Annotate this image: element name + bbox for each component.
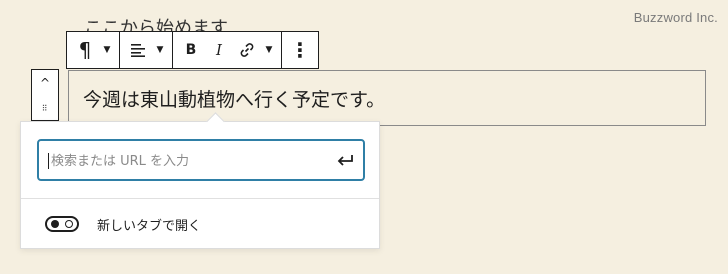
more-options-icon[interactable]: ⋮ [286,32,314,68]
new-tab-setting: 新しいタブで開く [45,212,201,236]
link-icon[interactable] [233,32,261,68]
divider [21,198,379,199]
move-up-icon[interactable]: ^ [40,70,50,96]
toggle-off-indicator [65,220,73,228]
toggle-knob [51,220,59,228]
paragraph-icon[interactable]: ¶ [71,32,99,68]
paragraph-text[interactable]: 今週は東山動植物へ行く予定です。 [83,85,385,112]
chevron-down-icon[interactable]: ▼ [152,32,168,68]
format-group: B I ▼ [173,32,282,68]
bold-button[interactable]: B [177,32,205,68]
watermark: Buzzword Inc. [633,10,718,25]
align-left-icon[interactable] [124,32,152,68]
link-search-box [37,139,365,181]
align-group: ▼ [120,32,173,68]
block-toolbar: ¶ ▼ ▼ B I ▼ ⋮ [66,31,319,69]
paragraph-block[interactable]: 今週は東山動植物へ行く予定です。 [68,70,706,126]
previous-block-text: ここから始めます [84,18,228,31]
link-popover: 新しいタブで開く [20,112,380,249]
drag-handle-icon[interactable]: ⠿ [42,96,49,120]
block-type-group: ¶ ▼ [67,32,120,68]
italic-button[interactable]: I [205,32,233,68]
chevron-down-icon[interactable]: ▼ [261,32,277,68]
more-group: ⋮ [282,32,318,68]
new-tab-toggle[interactable] [45,216,79,232]
chevron-down-icon[interactable]: ▼ [99,32,115,68]
link-search-input[interactable] [49,141,323,181]
new-tab-label: 新しいタブで開く [97,218,202,234]
enter-icon[interactable] [335,150,355,170]
block-mover: ^ ⠿ [31,69,59,121]
